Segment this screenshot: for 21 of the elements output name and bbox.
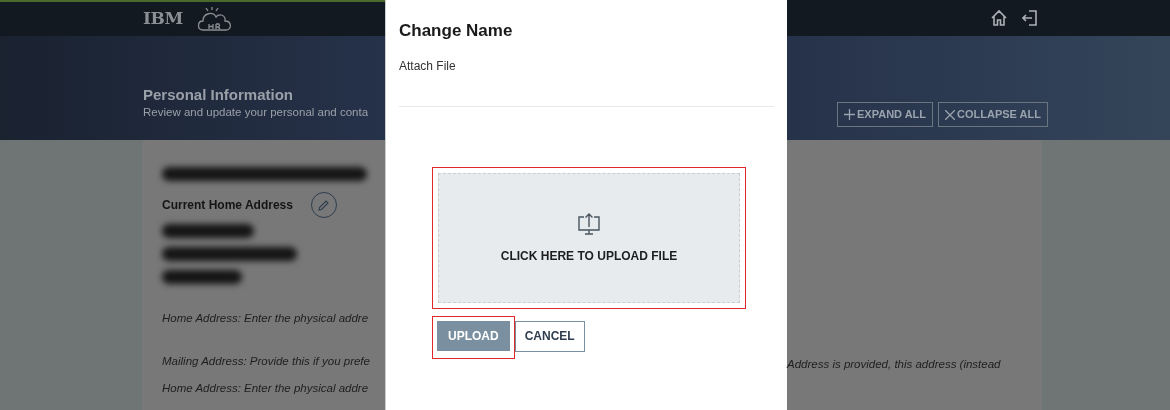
upload-button[interactable]: UPLOAD [437, 320, 510, 351]
upload-dropzone[interactable]: CLICK HERE TO UPLOAD FILE [438, 172, 740, 303]
plus-icon [844, 109, 855, 120]
help-text: Mailing Address: Provide this if you prefe [162, 354, 371, 370]
logout-icon[interactable] [1022, 9, 1038, 27]
home-icon[interactable] [990, 9, 1008, 27]
dropzone-label: CLICK HERE TO UPLOAD FILE [500, 247, 678, 265]
page-title: Personal Information [143, 86, 295, 104]
help-text: Home Address: Enter the physical addre [162, 311, 370, 326]
pencil-icon [318, 199, 330, 211]
help-text: Address is provided, this address (instead [787, 357, 1002, 372]
expand-all-button[interactable]: EXPAND ALL [837, 102, 934, 127]
close-icon [945, 109, 956, 120]
help-text: Home Address: Enter the physical addre [162, 380, 370, 396]
page-subtitle: Review and update your personal and conta [143, 105, 370, 120]
modal-title: Change Name [399, 20, 514, 42]
section-heading: Current Home Address [162, 197, 293, 214]
cancel-button[interactable]: CANCEL [514, 320, 585, 352]
field-label: Attach File [399, 57, 457, 75]
collapse-all-button[interactable]: COLLAPSE ALL [938, 102, 1048, 127]
logo: IBM [143, 7, 183, 31]
